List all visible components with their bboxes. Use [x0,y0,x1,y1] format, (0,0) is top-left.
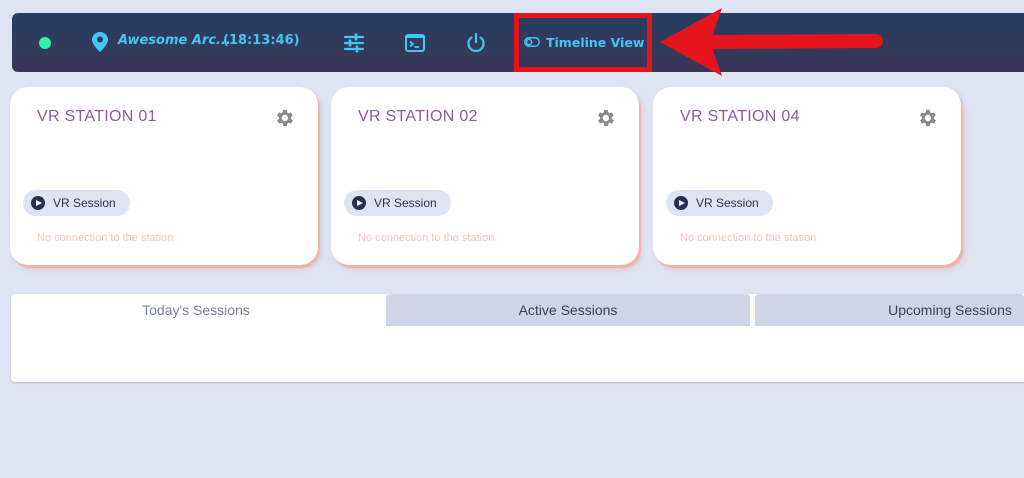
connection-status: No connection to the station [37,232,174,244]
clock-readout: (18:13:46) [223,33,300,48]
play-icon [674,196,688,210]
station-title: VR STATION 02 [358,108,478,125]
station-card: VR STATION 01 VR Session No connection t… [10,87,318,265]
tab-todays-sessions[interactable]: Today's Sessions [11,294,381,326]
gear-icon[interactable] [916,107,938,129]
online-status-icon [39,37,51,49]
gear-icon[interactable] [273,107,295,129]
terminal-icon[interactable] [404,32,426,54]
highlight-box [514,13,652,72]
station-card: VR STATION 02 VR Session No connection t… [331,87,639,265]
sliders-icon[interactable] [343,32,365,54]
vr-session-button[interactable]: VR Session [23,190,130,216]
station-card: VR STATION 04 VR Session No connection t… [653,87,961,265]
tab-upcoming-sessions[interactable]: Upcoming Sessions [755,294,1024,326]
play-icon [31,196,45,210]
power-icon[interactable] [465,32,487,54]
connection-status: No connection to the station [680,232,817,244]
vr-session-label: VR Session [696,196,759,210]
station-title: VR STATION 04 [680,108,800,125]
location-pin-icon [92,32,108,52]
vr-session-label: VR Session [374,196,437,210]
station-title: VR STATION 01 [37,108,157,125]
location-name[interactable]: Awesome Arc... [118,33,231,48]
vr-session-label: VR Session [53,196,116,210]
tab-active-sessions[interactable]: Active Sessions [386,294,750,326]
play-icon [352,196,366,210]
gear-icon[interactable] [594,107,616,129]
red-arrow-icon [660,8,883,76]
vr-session-button[interactable]: VR Session [666,190,773,216]
vr-session-button[interactable]: VR Session [344,190,451,216]
connection-status: No connection to the station [358,232,495,244]
